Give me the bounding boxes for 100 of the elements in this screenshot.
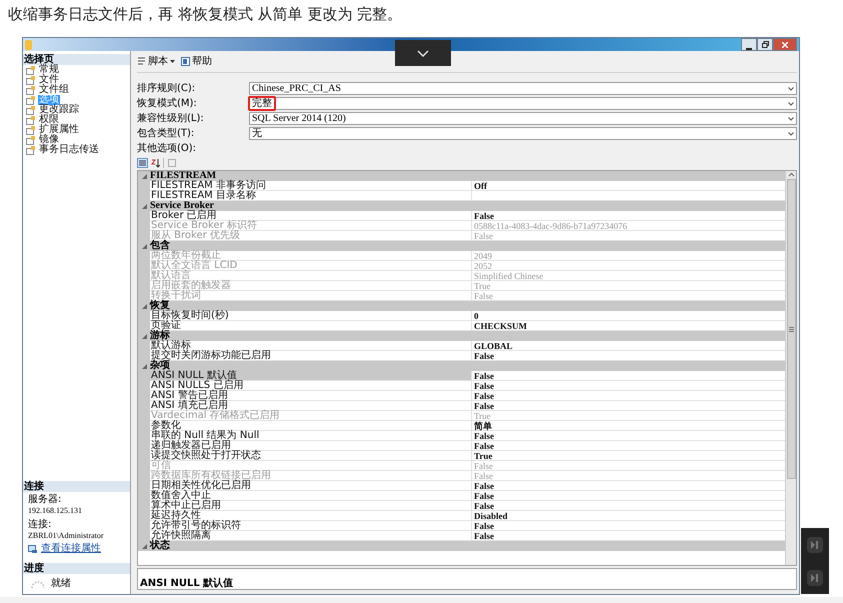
sidebar-item[interactable]: 更改跟踪 bbox=[26, 105, 130, 115]
property-name: 日期相关性优化已启用 bbox=[150, 481, 472, 491]
category-row[interactable]: FILESTREAM bbox=[138, 171, 785, 181]
collapse-icon[interactable] bbox=[142, 364, 146, 368]
chevron-down-icon bbox=[788, 86, 794, 90]
page-icon bbox=[26, 146, 36, 154]
property-name: FILESTREAM 非事务访问 bbox=[150, 181, 472, 191]
property-row[interactable]: 递归触发器已启用 False bbox=[138, 441, 785, 451]
property-row[interactable]: 延迟持久性 Disabled bbox=[138, 511, 785, 521]
property-name: 服从 Broker 优先级 bbox=[150, 231, 472, 241]
property-row[interactable]: Broker 已启用 False bbox=[138, 211, 785, 221]
property-value: False bbox=[472, 441, 785, 451]
dropdown-field[interactable]: 完整 bbox=[249, 97, 797, 110]
property-value: 2052 bbox=[472, 261, 785, 271]
sort-button[interactable] bbox=[150, 158, 161, 168]
collapse-icon[interactable] bbox=[142, 304, 146, 308]
property-value: False bbox=[472, 371, 785, 381]
property-value: Simplified Chinese bbox=[472, 271, 785, 281]
property-name: ANSI 填充已启用 bbox=[150, 401, 472, 411]
collapse-icon[interactable] bbox=[142, 334, 146, 338]
collapse-icon[interactable] bbox=[142, 544, 146, 548]
category-row[interactable]: 状态 bbox=[138, 541, 785, 551]
sidebar-item[interactable]: 权限 bbox=[26, 115, 130, 125]
property-row[interactable]: 算术中止已启用 False bbox=[138, 501, 785, 511]
property-row[interactable]: 串联的 Null 结果为 Null False bbox=[138, 431, 785, 441]
category-row[interactable]: Service Broker bbox=[138, 201, 785, 211]
scrollbar[interactable] bbox=[785, 171, 796, 565]
property-name: 算术中止已启用 bbox=[150, 501, 472, 511]
property-row[interactable]: 参数化 简单 bbox=[138, 421, 785, 431]
help-button[interactable]: 帮助 bbox=[181, 56, 212, 66]
dropdown-field[interactable]: SQL Server 2014 (120) bbox=[249, 112, 797, 125]
property-row[interactable]: 日期相关性优化已启用 False bbox=[138, 481, 785, 491]
dropdown-field[interactable]: Chinese_PRC_CI_AS bbox=[249, 82, 797, 95]
sidebar-item[interactable]: 扩展属性 bbox=[26, 125, 130, 135]
collapse-icon[interactable] bbox=[142, 244, 146, 248]
sidebar-item[interactable]: 文件 bbox=[26, 75, 130, 85]
collapse-icon[interactable] bbox=[142, 174, 146, 178]
property-row[interactable]: FILESTREAM 非事务访问 Off bbox=[138, 181, 785, 191]
dropdown-field[interactable]: 无 bbox=[249, 127, 797, 140]
script-button[interactable]: 脚本 bbox=[137, 56, 175, 66]
property-row[interactable]: 允许快照隔离 False bbox=[138, 531, 785, 541]
page-icon bbox=[26, 76, 36, 84]
category-row[interactable]: 杂项 bbox=[138, 361, 785, 371]
sidebar-item[interactable]: 事务日志传送 bbox=[26, 145, 130, 155]
property-row[interactable]: FILESTREAM 目录名称 bbox=[138, 191, 785, 201]
property-value: False bbox=[472, 291, 785, 301]
field-label: 排序规则(C): bbox=[137, 84, 196, 94]
sidebar-item[interactable]: 文件组 bbox=[26, 85, 130, 95]
field-label: 兼容性级别(L): bbox=[137, 114, 205, 124]
spinner-icon bbox=[31, 579, 45, 589]
property-value: True bbox=[472, 451, 785, 461]
collapse-icon[interactable] bbox=[142, 204, 146, 208]
property-value: 0 bbox=[472, 311, 785, 321]
script-icon bbox=[137, 57, 146, 66]
property-row[interactable]: 允许带引号的标识符 False bbox=[138, 521, 785, 531]
sidebar-header: 选择页 bbox=[23, 54, 130, 65]
category-title: 游标 bbox=[150, 331, 170, 341]
server-label: 服务器: bbox=[28, 495, 62, 505]
property-row[interactable]: ANSI NULL 默认值 False bbox=[138, 371, 785, 381]
property-row[interactable]: ANSI 填充已启用 False bbox=[138, 401, 785, 411]
page-icon bbox=[26, 126, 36, 134]
property-row[interactable]: 数值舍入中止 False bbox=[138, 491, 785, 501]
restore-button[interactable] bbox=[757, 38, 773, 51]
property-pages-button[interactable] bbox=[166, 158, 177, 168]
chevron-down-icon bbox=[788, 102, 794, 106]
scroll-up-icon[interactable] bbox=[788, 171, 794, 179]
page-icon bbox=[26, 116, 36, 124]
property-row[interactable]: 默认游标 GLOBAL bbox=[138, 341, 785, 351]
category-row[interactable]: 游标 bbox=[138, 331, 785, 341]
property-row[interactable]: ANSI 警告已启用 False bbox=[138, 391, 785, 401]
chevron-down-icon bbox=[788, 132, 794, 136]
property-row[interactable]: 读提交快照处于打开状态 True bbox=[138, 451, 785, 461]
category-title: Service Broker bbox=[150, 201, 214, 211]
property-row[interactable]: 目标恢复时间(秒) 0 bbox=[138, 311, 785, 321]
categorized-button[interactable] bbox=[137, 158, 148, 168]
category-row[interactable]: 恢复 bbox=[138, 301, 785, 311]
property-value: GLOBAL bbox=[472, 341, 785, 351]
category-title: 状态 bbox=[150, 541, 170, 551]
property-name: Vardecimal 存储格式已启用 bbox=[150, 411, 472, 421]
close-button[interactable] bbox=[773, 38, 797, 51]
property-row[interactable]: 页验证 CHECKSUM bbox=[138, 321, 785, 331]
category-title: 恢复 bbox=[150, 301, 170, 311]
sidebar-item[interactable]: 镜像 bbox=[26, 135, 130, 145]
property-value: False bbox=[472, 491, 785, 501]
property-name: 读提交快照处于打开状态 bbox=[150, 451, 472, 461]
scrollbar-thumb[interactable] bbox=[786, 179, 796, 479]
property-value: False bbox=[472, 351, 785, 361]
page-icon bbox=[26, 86, 36, 94]
caption-text: 收缩事务日志文件后，再 将恢复模式 从简单 更改为 完整。 bbox=[8, 4, 402, 24]
property-name: ANSI NULL 默认值 bbox=[150, 371, 472, 381]
category-row[interactable]: 包含 bbox=[138, 241, 785, 251]
property-row[interactable]: 提交时关闭游标功能已启用 False bbox=[138, 351, 785, 361]
minimize-button[interactable] bbox=[741, 38, 757, 51]
play-pause-icon[interactable] bbox=[807, 570, 823, 586]
sidebar-item[interactable]: 常规 bbox=[26, 65, 130, 75]
property-row[interactable]: ANSI NULLS 已启用 False bbox=[138, 381, 785, 391]
view-connection-properties-link[interactable]: 查看连接属性 bbox=[41, 544, 101, 554]
property-name: 延迟持久性 bbox=[150, 511, 472, 521]
chevron-down-icon[interactable] bbox=[417, 50, 429, 56]
play-pause-icon[interactable] bbox=[807, 536, 823, 552]
